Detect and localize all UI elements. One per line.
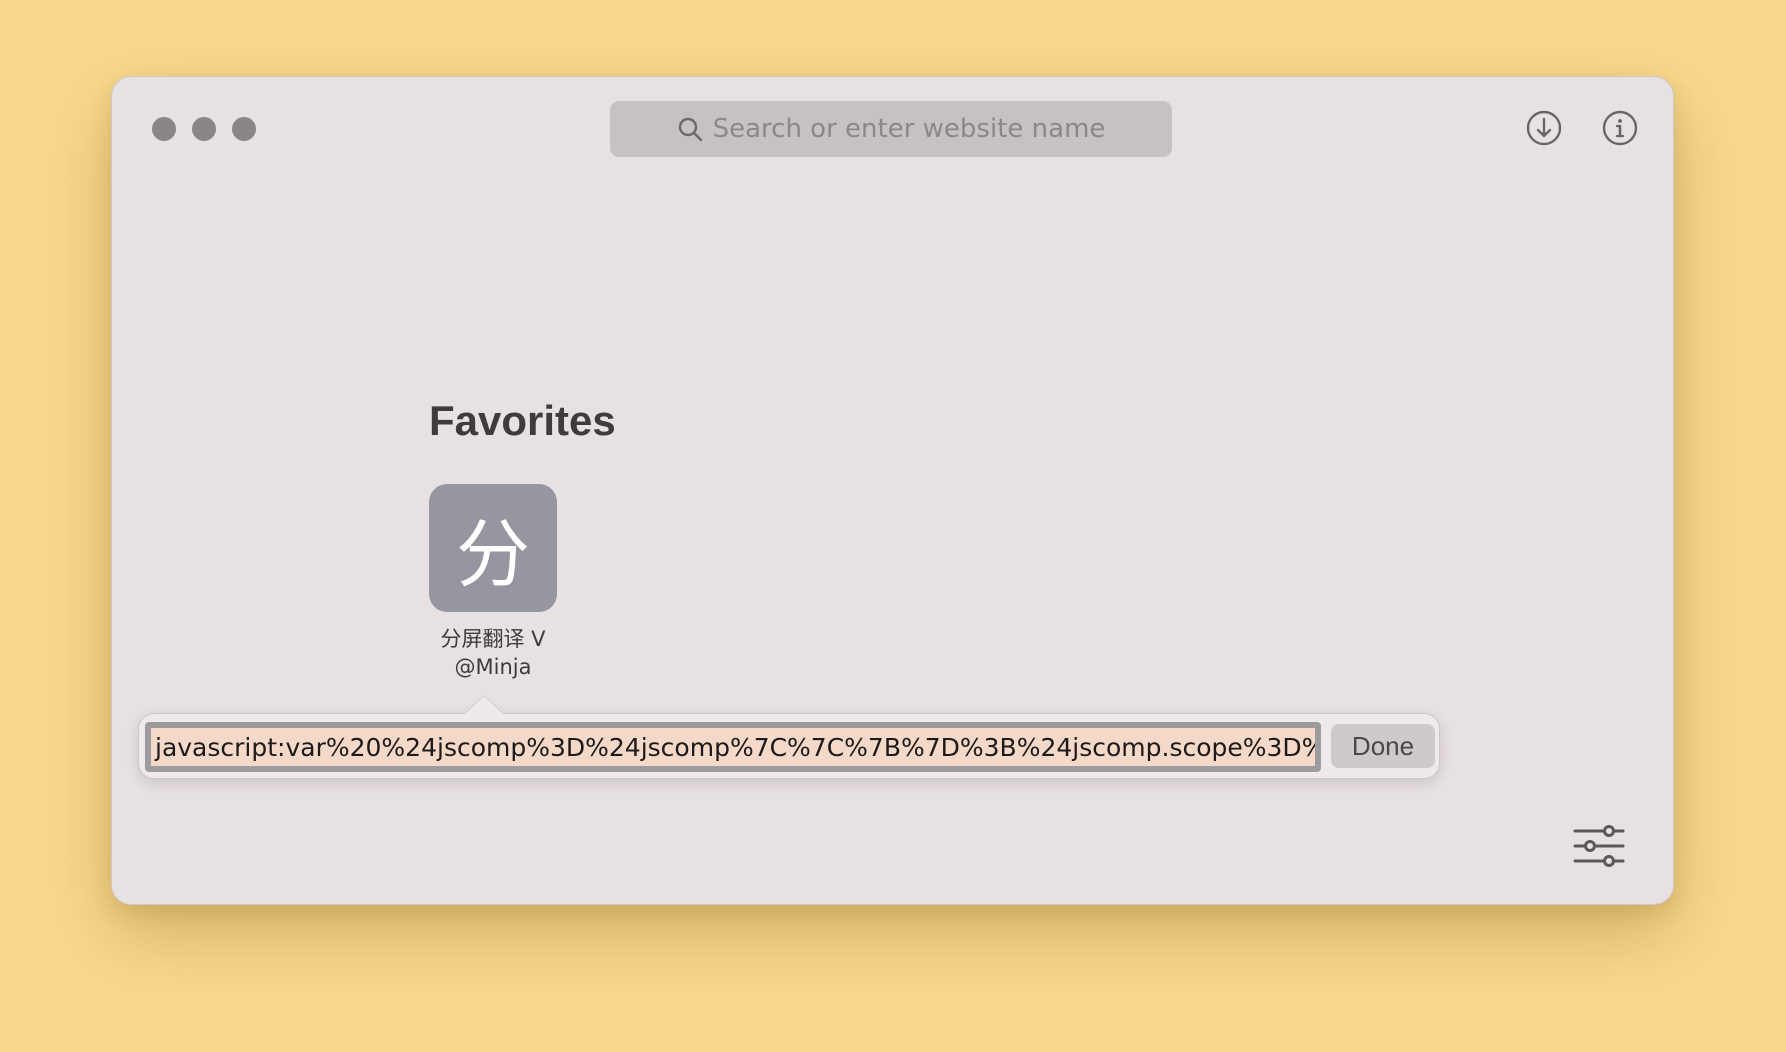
search-icon: [678, 117, 702, 142]
info-button[interactable]: [1601, 109, 1639, 147]
customize-start-page-button[interactable]: [1573, 825, 1625, 869]
favorite-label-line2: @Minja: [454, 655, 532, 679]
download-circle-icon: [1526, 110, 1562, 146]
close-window-button[interactable]: [152, 117, 176, 141]
popover-arrow: [465, 696, 503, 714]
favorites-heading: Favorites: [429, 397, 616, 444]
zoom-window-button[interactable]: [232, 117, 256, 141]
downloads-button[interactable]: [1525, 109, 1563, 147]
bookmark-url-text: javascript:var%20%24jscomp%3D%24jscomp%7…: [155, 732, 1321, 762]
address-bar[interactable]: Search or enter website name: [610, 101, 1172, 157]
favorite-tile-glyph: 分: [456, 511, 530, 598]
done-button[interactable]: Done: [1331, 724, 1435, 768]
bookmark-url-field[interactable]: javascript:var%20%24jscomp%3D%24jscomp%7…: [145, 722, 1321, 772]
sliders-icon: [1573, 825, 1625, 867]
minimize-window-button[interactable]: [192, 117, 216, 141]
edit-bookmark-popover: javascript:var%20%24jscomp%3D%24jscomp%7…: [138, 695, 1440, 779]
favorite-label[interactable]: 分屏翻译 V @Minja: [393, 625, 593, 681]
address-bar-placeholder: Search or enter website name: [712, 114, 1106, 144]
browser-window: Search or enter website name Favorites 分…: [111, 76, 1674, 905]
window-controls: [152, 117, 256, 141]
favorite-label-line1: 分屏翻译 V: [440, 627, 546, 651]
info-circle-icon: [1602, 110, 1638, 146]
favorite-tile[interactable]: 分: [429, 484, 557, 612]
